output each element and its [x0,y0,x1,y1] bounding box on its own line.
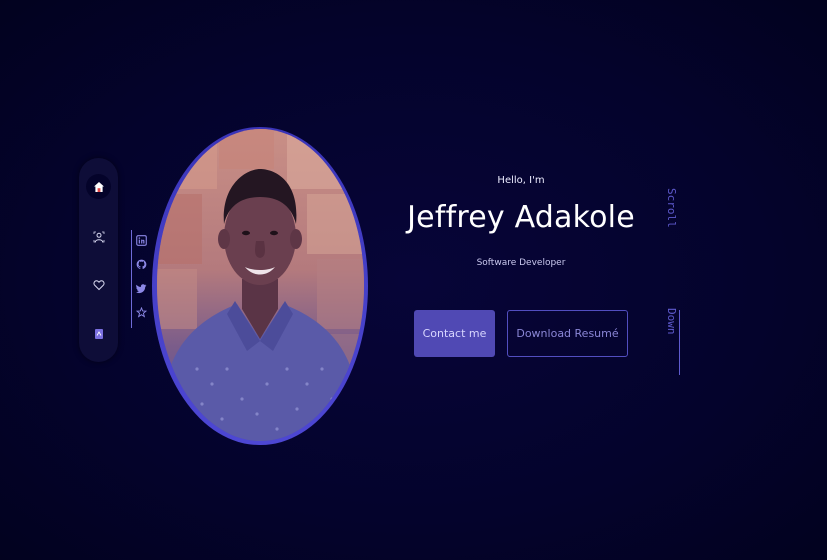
document-icon [94,328,103,339]
social-links [130,230,150,328]
heart-icon [92,279,105,290]
user-icon [93,231,104,242]
scroll-down-link[interactable]: Scroll Down [664,188,682,380]
download-resume-button[interactable]: Download Resumé [507,310,628,357]
github-link[interactable] [135,258,147,270]
avatar [157,129,364,441]
down-word: Down [665,308,678,335]
linkedin-link[interactable] [135,234,147,246]
side-nav [79,158,118,362]
nav-about[interactable] [86,224,111,249]
scroll-line [679,310,680,375]
avatar-frame [152,127,368,445]
profile-photo [157,129,364,441]
social-divider-line [131,230,132,328]
twitter-link[interactable] [135,282,147,294]
nav-services[interactable] [86,272,111,297]
greeting-text: Hello, I'm [497,175,545,186]
twitter-icon [135,283,146,293]
contact-me-button[interactable]: Contact me [414,310,495,357]
job-title: Software Developer [476,258,566,268]
portfolio-link[interactable] [135,306,147,318]
nav-resume[interactable] [86,321,111,346]
home-icon [93,181,104,192]
person-name: Jeffrey Adakole [407,200,635,235]
linkedin-icon [135,234,147,246]
star-icon [135,306,147,318]
github-icon [136,259,146,269]
scroll-word: Scroll [665,188,678,228]
portfolio-hero-page: Hello, I'm Jeffrey Adakole Software Deve… [0,0,827,560]
nav-home[interactable] [86,174,111,199]
